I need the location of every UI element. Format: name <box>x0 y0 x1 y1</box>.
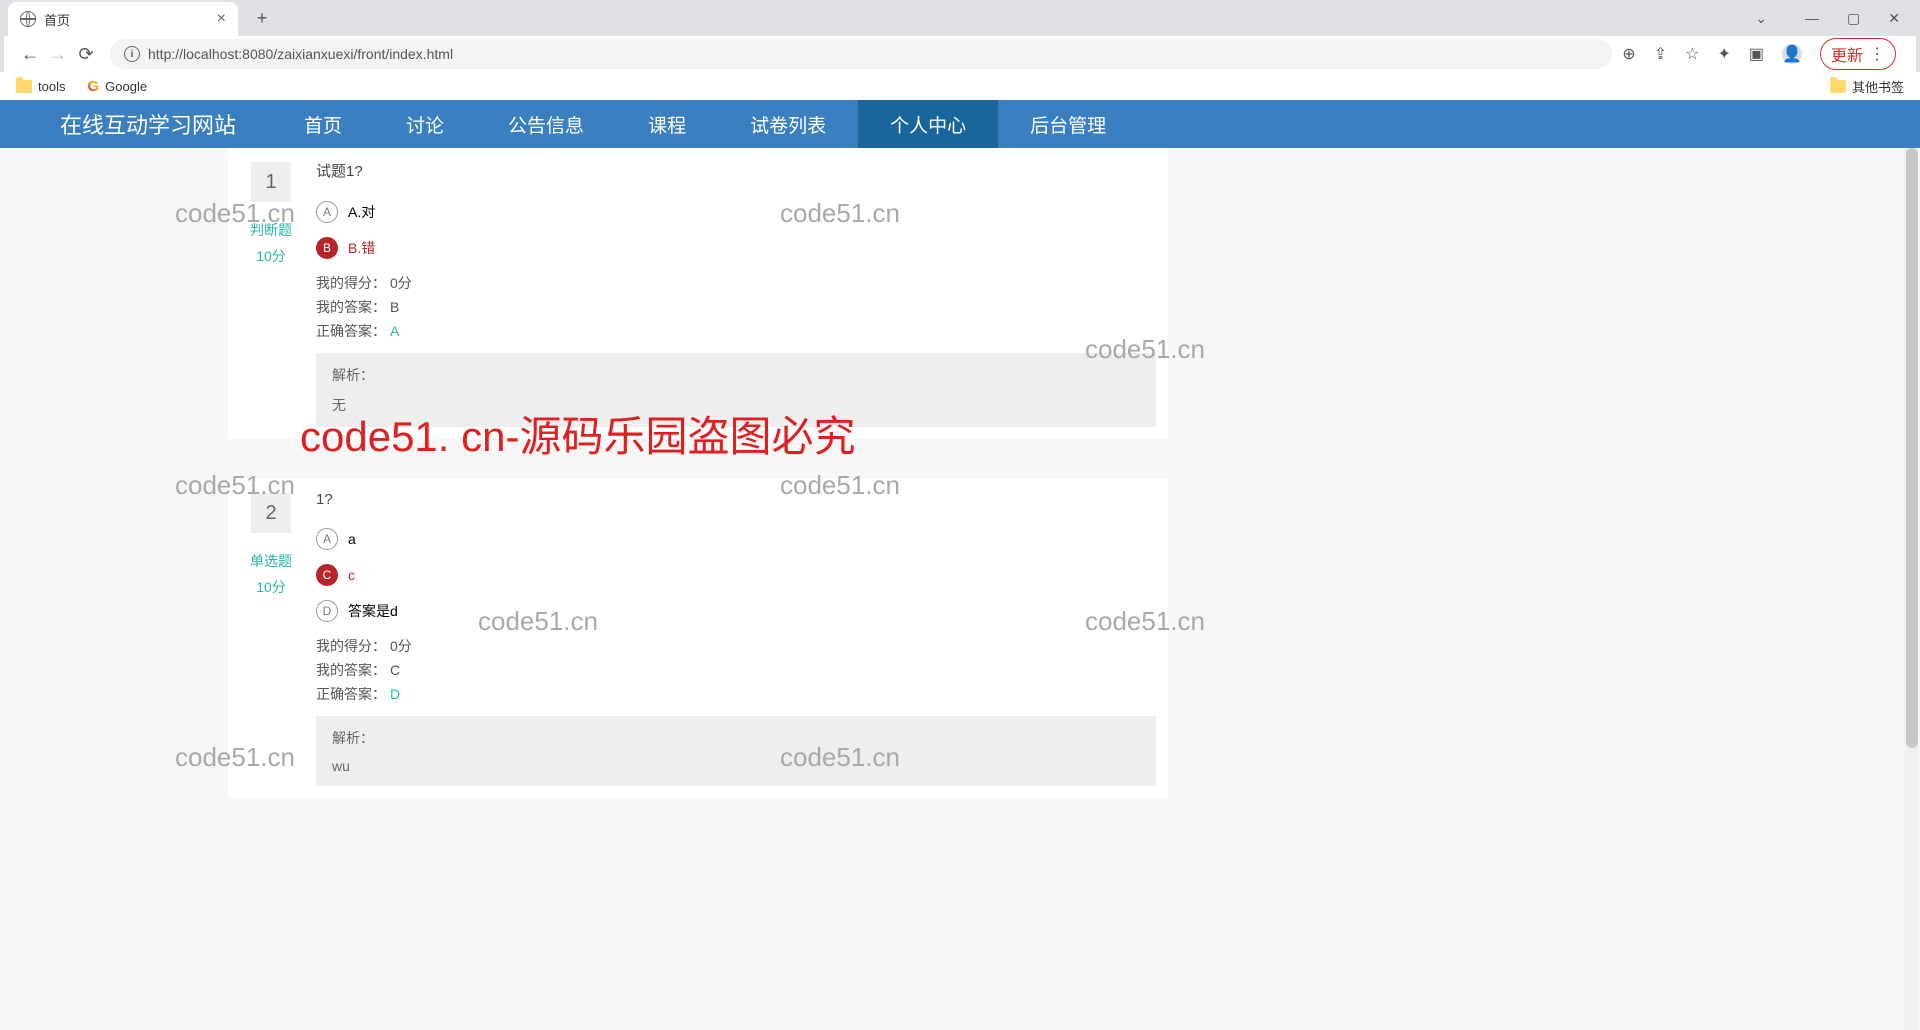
question-card: 1 判断题 10分 试题1? A A.对 B B.错我的得分：0分我的答案：B 正确答案：A 解析… <box>228 148 1168 439</box>
forward-button[interactable]: → <box>44 40 72 68</box>
browser-chrome: 首页 × + ⌄ — ▢ ✕ ← → ⟳ i http://localhost:… <box>0 0 1920 100</box>
analysis-label: 解析： <box>332 365 1140 385</box>
option[interactable]: B B.错 <box>316 237 1156 259</box>
brand[interactable]: 在线互动学习网站 <box>0 108 272 140</box>
star-icon[interactable]: ☆ <box>1685 44 1699 64</box>
question-type: 判断题 <box>240 220 302 240</box>
option[interactable]: D 答案是d <box>316 600 1156 622</box>
correct-answer-row: 正确答案：A <box>316 321 1156 341</box>
answer-summary: 我的得分：0分我的答案：B 正确答案：A <box>316 273 1156 341</box>
question-sidebar: 2 单选题 10分 <box>240 491 302 786</box>
analysis-label: 解析： <box>332 728 1140 748</box>
nav-item[interactable]: 后台管理 <box>998 100 1138 148</box>
option-badge: B <box>316 237 338 259</box>
correct-answer-row: 正确答案：D <box>316 684 1156 704</box>
my-score-row: 我的得分：0分 <box>316 636 1156 656</box>
chevron-down-icon[interactable]: ⌄ <box>1755 10 1767 27</box>
option[interactable]: A A.对 <box>316 201 1156 223</box>
window-controls: ⌄ — ▢ ✕ <box>1755 10 1920 27</box>
analysis-box: 解析： 无 <box>316 353 1156 427</box>
option-text: c <box>348 567 355 583</box>
nav-item[interactable]: 公告信息 <box>476 100 616 148</box>
question-score: 10分 <box>240 246 302 266</box>
answer-summary: 我的得分：0分我的答案：C 正确答案：D <box>316 636 1156 704</box>
my-answer-row: 我的答案：B <box>316 297 1156 317</box>
close-icon[interactable]: × <box>217 10 226 28</box>
option[interactable]: Aa <box>316 528 1156 550</box>
close-window-icon[interactable]: ✕ <box>1888 10 1900 27</box>
scrollbar-thumb[interactable] <box>1906 148 1918 748</box>
nav-item[interactable]: 个人中心 <box>858 100 998 148</box>
nav-item[interactable]: 课程 <box>616 100 718 148</box>
profile-icon[interactable]: 👤 <box>1782 44 1802 64</box>
maximize-icon[interactable]: ▢ <box>1847 10 1860 27</box>
globe-icon <box>20 11 36 27</box>
question-sidebar: 1 判断题 10分 <box>240 160 302 427</box>
more-icon: ⋮ <box>1869 44 1885 64</box>
address-bar: ← → ⟳ i http://localhost:8080/zaixianxue… <box>4 36 1916 72</box>
new-tab-button[interactable]: + <box>248 4 276 32</box>
option[interactable]: Cc <box>316 564 1156 586</box>
google-icon: G <box>87 78 99 95</box>
question-body: 试题1? A A.对 B B.错我的得分：0分我的答案：B 正确答案：A 解析： 无 <box>302 160 1156 427</box>
tab-title: 首页 <box>44 10 70 29</box>
toolbar-right: ⊕ ⇪ ☆ ✦ ▣ 👤 更新 ⋮ <box>1622 38 1904 70</box>
analysis-box: 解析： wu <box>316 716 1156 786</box>
extensions-icon[interactable]: ✦ <box>1717 44 1730 64</box>
question-title: 试题1? <box>316 160 1156 181</box>
browser-tab[interactable]: 首页 × <box>8 2 238 36</box>
bookmark-google[interactable]: G Google <box>87 78 147 95</box>
question-type: 单选题 <box>240 551 302 571</box>
question-number: 1 <box>251 162 291 202</box>
option-badge: C <box>316 564 338 586</box>
analysis-text: 无 <box>332 395 1140 415</box>
update-button[interactable]: 更新 ⋮ <box>1820 38 1896 70</box>
bookmark-other[interactable]: 其他书签 <box>1830 77 1904 96</box>
site-nav: 在线互动学习网站 首页讨论公告信息课程试卷列表个人中心后台管理 <box>0 100 1920 148</box>
nav-item[interactable]: 试卷列表 <box>718 100 858 148</box>
option-badge: A <box>316 201 338 223</box>
folder-icon <box>16 80 32 93</box>
folder-icon <box>1830 80 1846 93</box>
option-badge: D <box>316 600 338 622</box>
analysis-text: wu <box>332 758 1140 774</box>
option-text: a <box>348 531 356 547</box>
sidepanel-icon[interactable]: ▣ <box>1749 44 1764 64</box>
option-badge: A <box>316 528 338 550</box>
info-icon[interactable]: i <box>124 46 140 62</box>
question-body: 1? Aa Cc D 答案是d 我的得分：0分我的答案：C 正确答案：D 解析： wu <box>302 491 1156 786</box>
option-text: 答案是d <box>348 601 398 621</box>
nav-item[interactable]: 讨论 <box>374 100 476 148</box>
tab-bar: 首页 × + ⌄ — ▢ ✕ <box>0 0 1920 36</box>
zoom-icon[interactable]: ⊕ <box>1622 44 1635 64</box>
question-number: 2 <box>251 493 291 533</box>
question-card: 2 单选题 10分 1? Aa Cc D 答案是d 我的得分：0分我的答案：C 正确答案：D 解析：… <box>228 479 1168 798</box>
share-icon[interactable]: ⇪ <box>1654 44 1667 64</box>
question-score: 10分 <box>240 577 302 597</box>
option-text: A.对 <box>348 202 375 222</box>
nav-item[interactable]: 首页 <box>272 100 374 148</box>
option-text: B.错 <box>348 238 375 258</box>
minimize-icon[interactable]: — <box>1805 10 1819 26</box>
back-button[interactable]: ← <box>16 40 44 68</box>
my-score-row: 我的得分：0分 <box>316 273 1156 293</box>
my-answer-row: 我的答案：C <box>316 660 1156 680</box>
page-body: 1 判断题 10分 试题1? A A.对 B B.错我的得分：0分我的答案：B 正确答案：A 解析… <box>0 148 1920 1030</box>
question-title: 1? <box>316 491 1156 508</box>
reload-button[interactable]: ⟳ <box>72 40 100 68</box>
url-input[interactable]: i http://localhost:8080/zaixianxuexi/fro… <box>110 39 1612 69</box>
bookmark-tools[interactable]: tools <box>16 79 65 94</box>
url-text: http://localhost:8080/zaixianxuexi/front… <box>148 46 453 62</box>
bookmark-bar: tools G Google 其他书签 <box>0 72 1920 100</box>
